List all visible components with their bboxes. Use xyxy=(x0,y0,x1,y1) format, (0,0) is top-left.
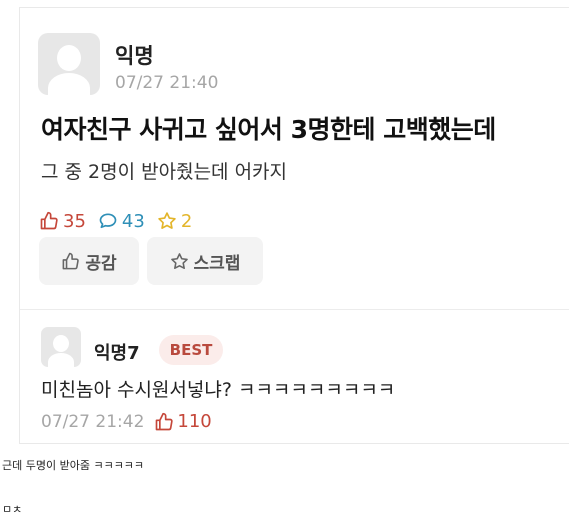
comment-avatar xyxy=(41,327,81,367)
post-avatar xyxy=(38,33,100,95)
like-count: 35 xyxy=(39,211,86,232)
comment-text: 미친놈아 수시원서넣냐? ㅋㅋㅋㅋㅋㅋㅋㅋㅋ xyxy=(41,379,396,401)
post-body: 그 중 2명이 받아줬는데 어카지 xyxy=(41,161,288,183)
like-button[interactable]: 공감 xyxy=(39,237,139,285)
scrap-count: 2 xyxy=(157,211,192,232)
speech-bubble-icon xyxy=(99,213,117,229)
comment-count: 43 xyxy=(98,211,145,232)
divider xyxy=(20,309,569,310)
best-badge: BEST xyxy=(159,335,223,365)
thumbs-up-icon xyxy=(156,412,174,430)
comment-count-value: 43 xyxy=(121,210,145,232)
like-button-label: 공감 xyxy=(85,253,117,274)
post-card: 익명 07/27 21:40 여자친구 사귀고 싶어서 3명한테 고백했는데 그… xyxy=(19,7,569,444)
post-author: 익명 xyxy=(115,44,154,68)
comment-timestamp: 07/27 21:42 xyxy=(41,411,145,432)
comment-meta: 07/27 21:42 110 xyxy=(41,411,212,432)
caption-line-2: ㅁㅊ xyxy=(2,503,23,516)
comment-like-value: 110 xyxy=(177,411,212,432)
post-title: 여자친구 사귀고 싶어서 3명한테 고백했는데 xyxy=(41,115,496,144)
scrap-button[interactable]: 스크랩 xyxy=(147,237,263,285)
scrap-count-value: 2 xyxy=(180,210,193,232)
caption-line-1: 근데 두명이 받아줌 ㅋㅋㅋㅋㅋ xyxy=(2,459,145,472)
star-icon xyxy=(170,252,188,269)
comment-like-count[interactable]: 110 xyxy=(154,411,212,432)
star-icon xyxy=(158,212,176,229)
post-timestamp: 07/27 21:40 xyxy=(115,73,219,93)
thumbs-up-icon xyxy=(40,211,58,230)
post-stats: 35 43 2 xyxy=(39,210,204,232)
like-count-value: 35 xyxy=(63,210,86,232)
thumbs-up-icon xyxy=(62,252,80,269)
comment-author: 익명7 xyxy=(94,343,140,364)
scrap-button-label: 스크랩 xyxy=(193,253,241,274)
